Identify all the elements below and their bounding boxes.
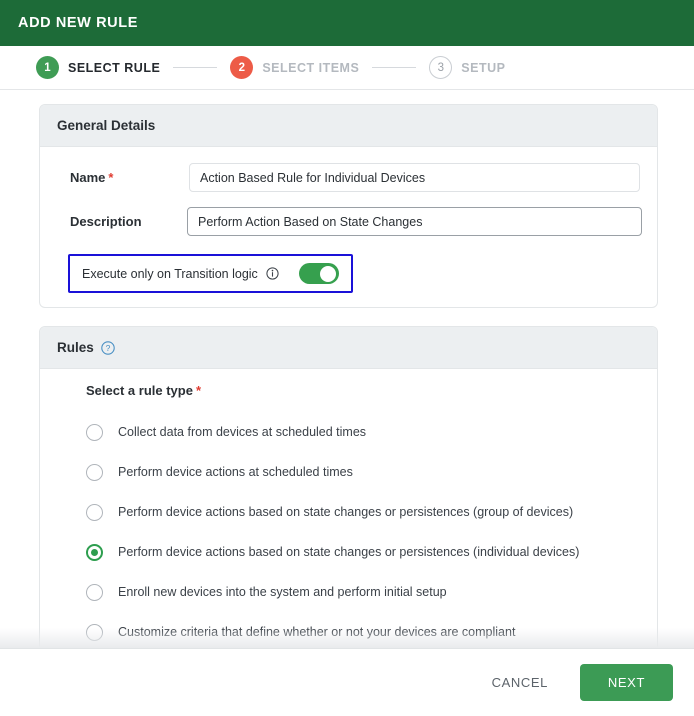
toggle-knob — [320, 265, 337, 282]
step-3-number: 3 — [429, 56, 453, 79]
svg-text:?: ? — [105, 343, 110, 353]
rule-option-4-label: Enroll new devices into the system and p… — [118, 585, 447, 599]
name-input[interactable] — [189, 163, 640, 192]
step-1-label: SELECT RULE — [68, 60, 161, 75]
step-1-number: 1 — [36, 56, 59, 79]
general-details-title: General Details — [57, 118, 156, 133]
radio-icon[interactable] — [86, 423, 103, 441]
content-fade-strip — [0, 628, 694, 648]
transition-logic-row[interactable]: Execute only on Transition logic — [68, 254, 353, 293]
wizard-content: General Details Name* Description Execut… — [0, 91, 694, 648]
name-required-asterisk: * — [108, 170, 114, 185]
rule-option-0-label: Collect data from devices at scheduled t… — [118, 425, 367, 439]
step-2-number: 2 — [230, 56, 254, 79]
name-label-text: Name — [70, 170, 106, 185]
rule-type-subtitle: Select a rule type * — [57, 383, 640, 398]
description-row: Description — [57, 207, 642, 236]
rule-type-subtitle-text: Select a rule type — [86, 383, 193, 398]
next-button[interactable]: NEXT — [579, 664, 673, 701]
page-title: ADD NEW RULE — [18, 15, 138, 31]
rules-title: Rules — [57, 340, 94, 355]
general-details-body: Name* Description Execute only on Transi… — [40, 147, 657, 307]
rule-option-1[interactable]: Perform device actions at scheduled time… — [57, 452, 640, 492]
wizard-footer: CANCEL NEXT — [0, 648, 694, 716]
step-select-items[interactable]: 2 SELECT ITEMS — [230, 56, 359, 79]
transition-logic-label: Execute only on Transition logic — [82, 266, 258, 281]
description-label: Description — [57, 214, 189, 229]
step-connector-2 — [372, 67, 417, 68]
general-details-header: General Details — [40, 105, 657, 147]
rule-option-1-label: Perform device actions at scheduled time… — [118, 465, 353, 479]
step-select-rule[interactable]: 1 SELECT RULE — [36, 56, 160, 79]
info-icon[interactable] — [266, 267, 279, 280]
cancel-button[interactable]: CANCEL — [482, 667, 558, 698]
rule-option-3-label: Perform device actions based on state ch… — [118, 545, 580, 559]
radio-icon-selected[interactable] — [86, 543, 103, 561]
rule-option-2-label: Perform device actions based on state ch… — [118, 505, 574, 519]
rule-option-2[interactable]: Perform device actions based on state ch… — [57, 492, 640, 532]
name-label: Name * — [57, 170, 189, 185]
question-circle-icon[interactable]: ? — [101, 340, 115, 355]
description-input[interactable] — [187, 207, 642, 236]
rules-header: Rules ? — [40, 327, 657, 369]
rule-type-required-asterisk: * — [195, 383, 202, 398]
step-3-label: SETUP — [461, 60, 506, 75]
step-connector-1 — [173, 67, 218, 68]
rule-option-4[interactable]: Enroll new devices into the system and p… — [57, 572, 640, 612]
description-label-text: Description — [70, 214, 142, 229]
rules-body: Select a rule type * Collect data from de… — [40, 369, 657, 648]
radio-icon[interactable] — [86, 463, 103, 481]
rule-option-3[interactable]: Perform device actions based on state ch… — [57, 532, 640, 572]
transition-logic-toggle[interactable] — [298, 263, 339, 284]
rules-panel: Rules ? Select a rule type * Collect data… — [39, 326, 658, 648]
wizard-stepper: 1 SELECT RULE 2 SELECT ITEMS 3 SETUP — [0, 46, 694, 90]
rule-option-0[interactable]: Collect data from devices at scheduled t… — [57, 412, 640, 452]
step-setup[interactable]: 3 SETUP — [429, 56, 505, 79]
app-header: ADD NEW RULE — [0, 0, 694, 46]
name-row: Name * — [57, 163, 640, 192]
radio-icon[interactable] — [86, 583, 103, 601]
radio-icon[interactable] — [86, 503, 103, 521]
step-2-label: SELECT ITEMS — [262, 60, 360, 75]
general-details-panel: General Details Name* Description Execut… — [39, 104, 658, 308]
